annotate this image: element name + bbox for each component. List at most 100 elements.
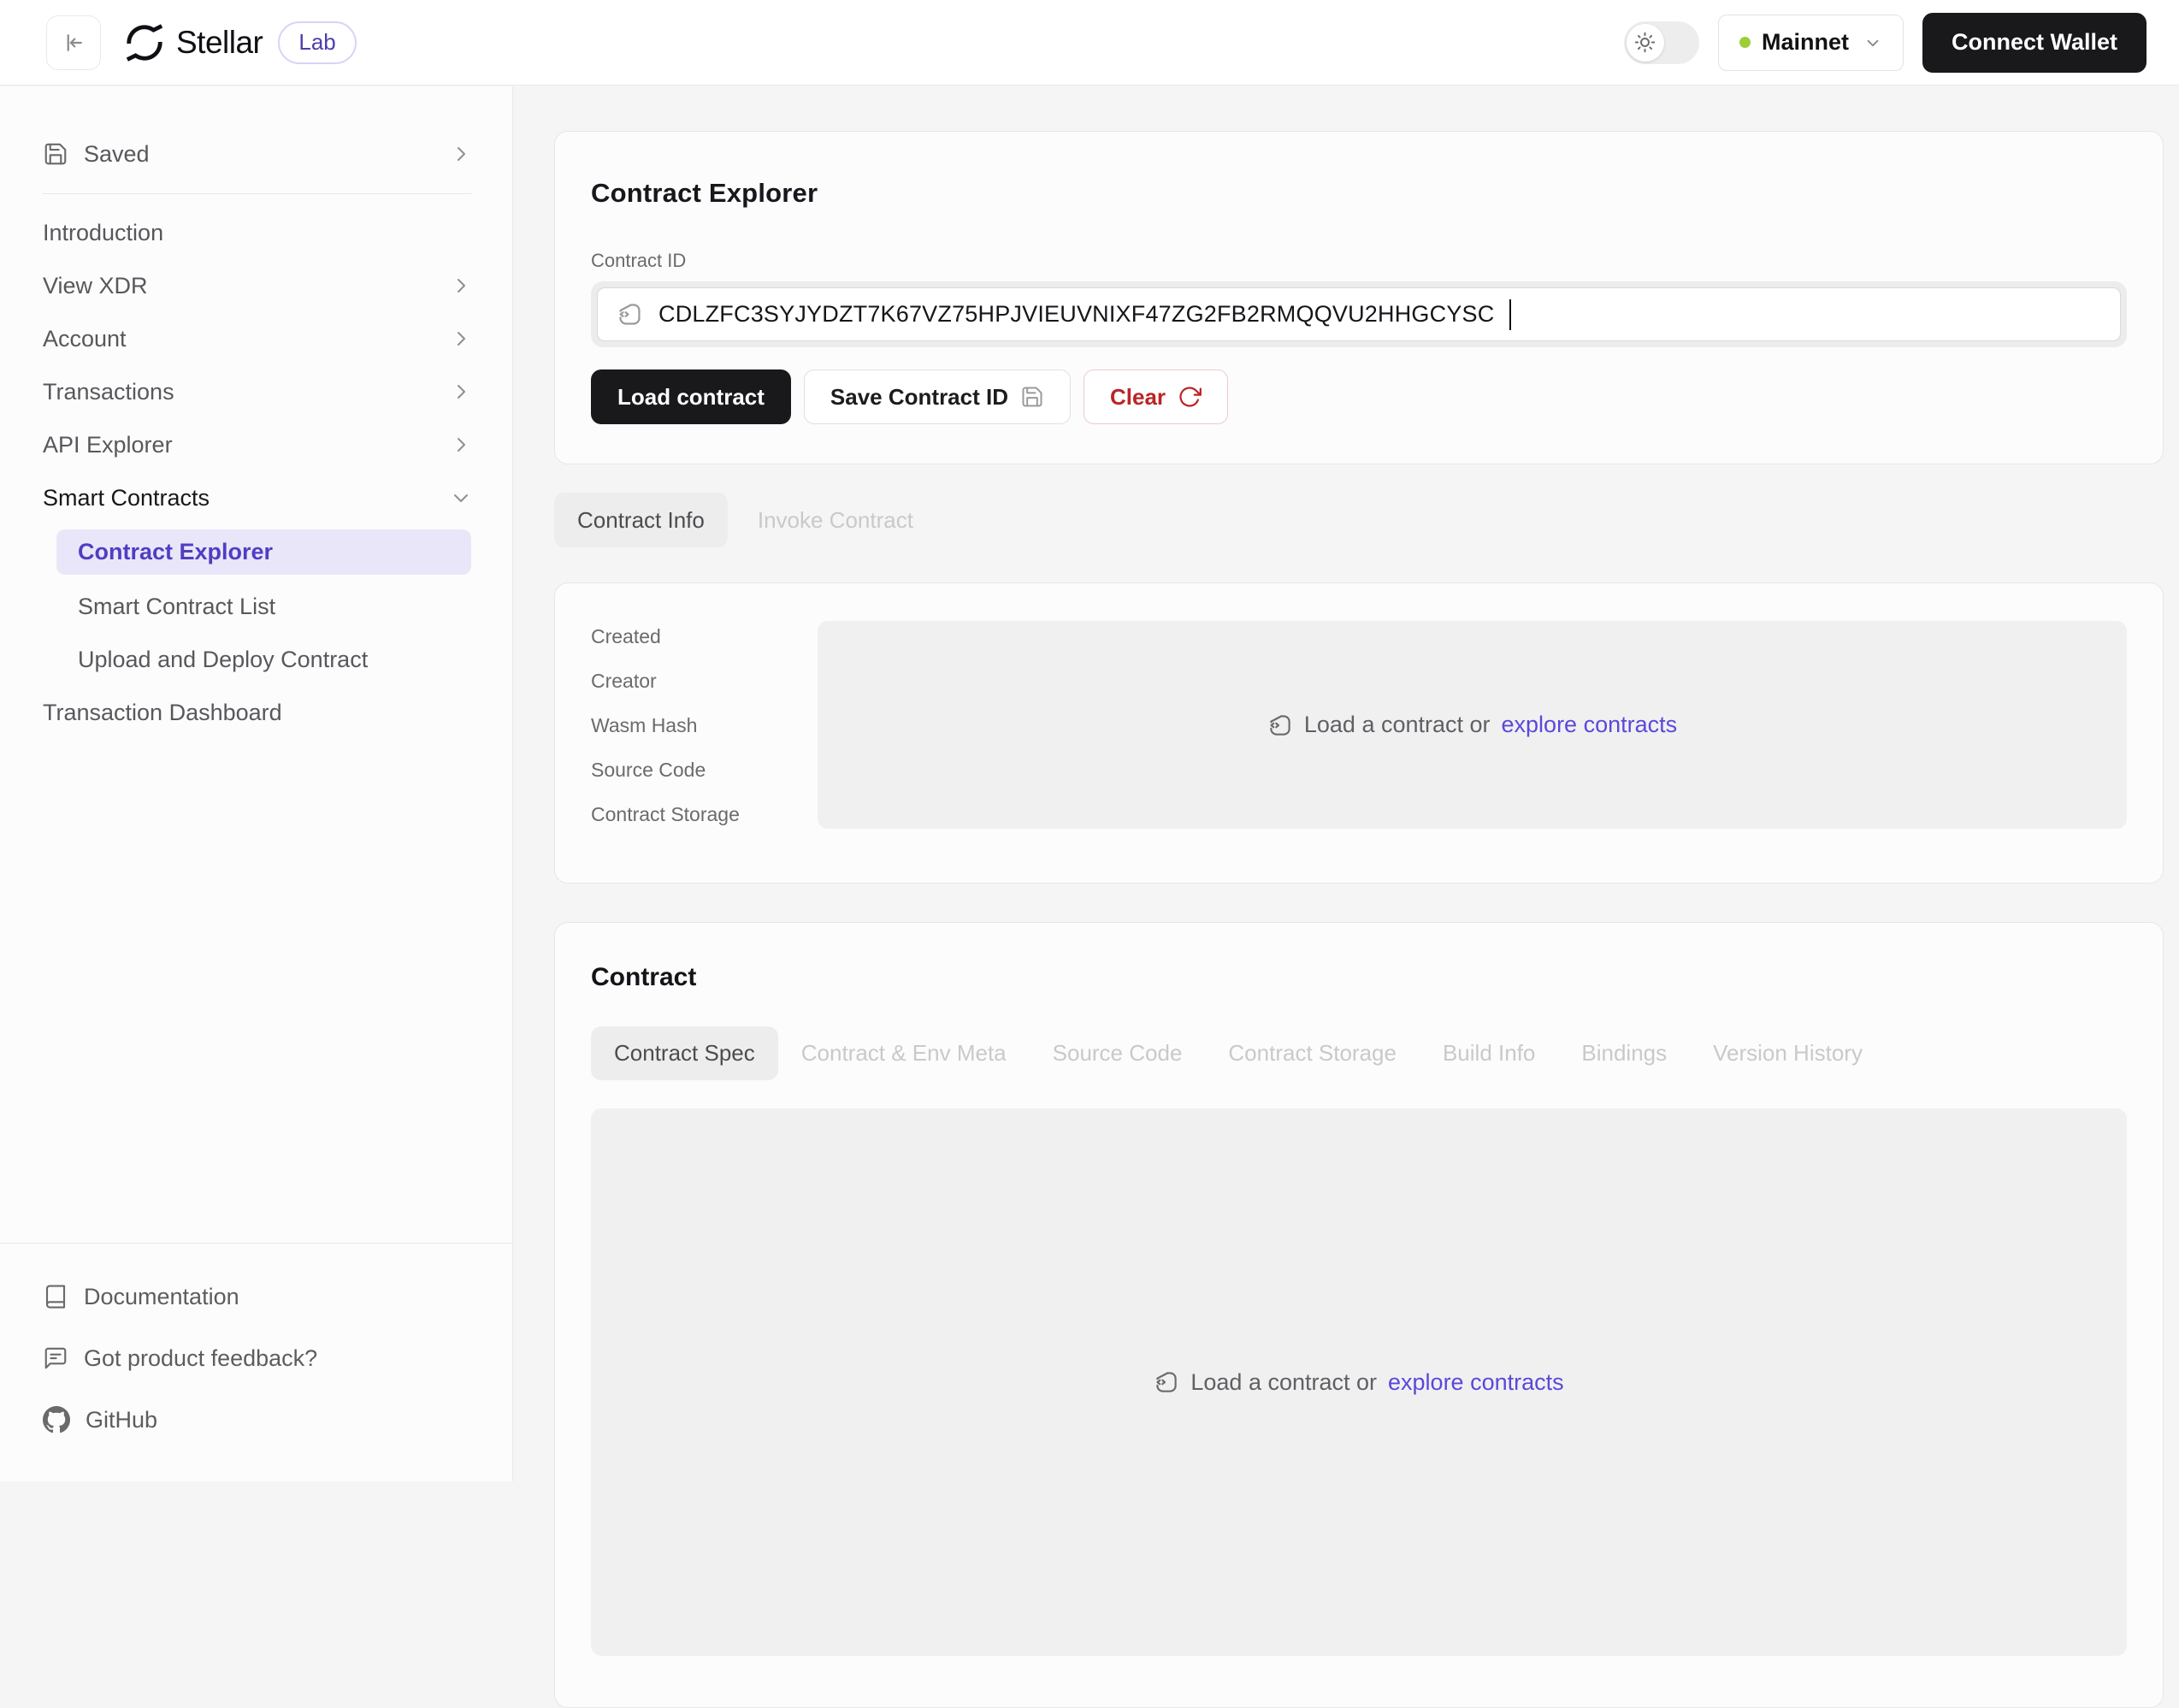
sidebar-item-label: Smart Contracts (43, 485, 210, 511)
tab-contract-spec[interactable]: Contract Spec (591, 1026, 778, 1080)
sidebar: Saved Introduction View XDR Account Tran… (0, 86, 513, 1481)
chevron-right-icon (451, 434, 471, 455)
collapse-sidebar-icon (61, 30, 86, 56)
sidebar-item-smart-contract-list[interactable]: Smart Contract List (56, 580, 471, 633)
sidebar-item-view-xdr[interactable]: View XDR (43, 259, 471, 312)
smart-contracts-submenu: Contract Explorer Smart Contract List Up… (56, 529, 471, 686)
chevron-down-icon (1863, 33, 1882, 52)
book-icon (43, 1284, 68, 1309)
contract-spec-empty-state: Load a contract or explore contracts (591, 1108, 2127, 1656)
lab-badge: Lab (278, 21, 356, 64)
contract-id-focus-ring: CDLZFC3SYJYDZT7K67VZ75HPJVIEUVNIXF47ZG2F… (591, 281, 2127, 347)
explore-contracts-link[interactable]: explore contracts (1502, 712, 1678, 738)
tab-version-history[interactable]: Version History (1690, 1026, 1886, 1080)
chevron-right-icon (451, 381, 471, 402)
sidebar-item-account[interactable]: Account (43, 312, 471, 365)
contract-id-input[interactable]: CDLZFC3SYJYDZT7K67VZ75HPJVIEUVNIXF47ZG2F… (597, 287, 2121, 341)
sidebar-item-smart-contracts[interactable]: Smart Contracts (43, 471, 471, 524)
contract-icon (1154, 1369, 1179, 1395)
theme-toggle[interactable] (1624, 21, 1699, 64)
contract-card: Contract Contract Spec Contract & Env Me… (554, 922, 2164, 1708)
sidebar-item-label: Transaction Dashboard (43, 700, 282, 726)
chevron-right-icon (451, 144, 471, 164)
app-header: Stellar Lab Mainnet Connect Wal (0, 0, 2179, 86)
sidebar-item-label: Got product feedback? (84, 1345, 317, 1372)
sidebar-item-introduction[interactable]: Introduction (43, 206, 471, 259)
text-caret (1509, 299, 1511, 330)
tab-contract-storage[interactable]: Contract Storage (1205, 1026, 1420, 1080)
theme-toggle-knob (1627, 24, 1664, 62)
sidebar-item-api-explorer[interactable]: API Explorer (43, 418, 471, 471)
sidebar-item-feedback[interactable]: Got product feedback? (43, 1327, 469, 1389)
empty-state-text: Load a contract or (1190, 1369, 1377, 1396)
main-content: Contract Explorer Contract ID CDLZFC3SYJ… (514, 86, 2179, 1481)
connect-wallet-button[interactable]: Connect Wallet (1922, 13, 2147, 73)
stellar-logo-link[interactable]: Stellar (125, 23, 263, 62)
tab-bindings[interactable]: Bindings (1558, 1026, 1690, 1080)
clear-button[interactable]: Clear (1084, 369, 1228, 424)
field-label-source-code: Source Code (591, 756, 818, 783)
tab-source-code[interactable]: Source Code (1030, 1026, 1206, 1080)
contract-icon (617, 301, 643, 328)
explore-contracts-link[interactable]: explore contracts (1388, 1369, 1564, 1396)
brand-name: Stellar (176, 25, 263, 61)
sidebar-item-label: Contract Explorer (78, 539, 273, 565)
chevron-right-icon (451, 275, 471, 296)
contract-info-fields: Created Creator Wasm Hash Source Code Co… (591, 621, 818, 845)
sidebar-item-documentation[interactable]: Documentation (43, 1266, 469, 1327)
stellar-logo-icon (125, 23, 164, 62)
header-actions: Mainnet Connect Wallet (1624, 13, 2147, 73)
sidebar-item-transactions[interactable]: Transactions (43, 365, 471, 418)
contract-icon (1267, 712, 1293, 738)
sidebar-footer: Documentation Got product feedback? GitH… (0, 1243, 512, 1481)
sidebar-item-label: Documentation (84, 1284, 239, 1310)
sidebar-item-transaction-dashboard[interactable]: Transaction Dashboard (43, 686, 471, 739)
sidebar-item-label: Upload and Deploy Contract (78, 647, 368, 673)
network-status-dot (1739, 37, 1751, 48)
tab-invoke-contract[interactable]: Invoke Contract (735, 493, 936, 547)
tab-build-info[interactable]: Build Info (1420, 1026, 1558, 1080)
sidebar-item-label: Introduction (43, 220, 163, 246)
github-icon (43, 1406, 70, 1433)
sidebar-nav: Saved Introduction View XDR Account Tran… (0, 86, 512, 739)
save-contract-id-button[interactable]: Save Contract ID (804, 369, 1071, 424)
contract-card-title: Contract (591, 962, 2127, 993)
button-label: Save Contract ID (830, 384, 1008, 411)
chevron-right-icon (451, 328, 471, 349)
sidebar-item-upload-deploy-contract[interactable]: Upload and Deploy Contract (56, 633, 471, 686)
contract-tabs: Contract Spec Contract & Env Meta Source… (591, 1026, 2127, 1080)
empty-state-text: Load a contract or (1304, 712, 1491, 738)
load-contract-button[interactable]: Load contract (591, 369, 791, 424)
field-label-creator: Creator (591, 667, 818, 694)
sidebar-item-label: Transactions (43, 379, 174, 405)
view-tabs: Contract Info Invoke Contract (554, 493, 2164, 547)
contract-id-label: Contract ID (591, 250, 2127, 272)
contract-info-card: Created Creator Wasm Hash Source Code Co… (554, 582, 2164, 884)
tab-contract-info[interactable]: Contract Info (554, 493, 728, 547)
sidebar-item-saved[interactable]: Saved (43, 132, 471, 176)
sidebar-item-label: Account (43, 326, 127, 352)
chevron-down-icon (451, 488, 471, 508)
field-label-contract-storage: Contract Storage (591, 801, 818, 828)
tab-contract-env-meta[interactable]: Contract & Env Meta (778, 1026, 1030, 1080)
network-selector[interactable]: Mainnet (1718, 15, 1904, 71)
explorer-actions: Load contract Save Contract ID Clear (591, 369, 2127, 424)
sidebar-item-label: Saved (84, 141, 150, 168)
sun-icon (1633, 31, 1656, 54)
refresh-icon (1178, 385, 1202, 409)
contract-explorer-card: Contract Explorer Contract ID CDLZFC3SYJ… (554, 131, 2164, 464)
page-title: Contract Explorer (591, 176, 2127, 210)
sidebar-item-label: API Explorer (43, 432, 173, 458)
save-icon (1020, 385, 1044, 409)
field-label-created: Created (591, 623, 818, 650)
contract-id-value: CDLZFC3SYJYDZT7K67VZ75HPJVIEUVNIXF47ZG2F… (658, 301, 1494, 328)
sidebar-divider (43, 193, 471, 194)
sidebar-item-contract-explorer[interactable]: Contract Explorer (56, 529, 471, 575)
contract-info-empty-state: Load a contract or explore contracts (818, 621, 2127, 829)
network-label: Mainnet (1762, 29, 1849, 56)
field-label-wasm-hash: Wasm Hash (591, 712, 818, 739)
sidebar-item-github[interactable]: GitHub (43, 1389, 469, 1451)
sidebar-collapse-button[interactable] (46, 15, 101, 70)
sidebar-item-label: GitHub (86, 1407, 157, 1433)
sidebar-item-label: Smart Contract List (78, 594, 275, 620)
